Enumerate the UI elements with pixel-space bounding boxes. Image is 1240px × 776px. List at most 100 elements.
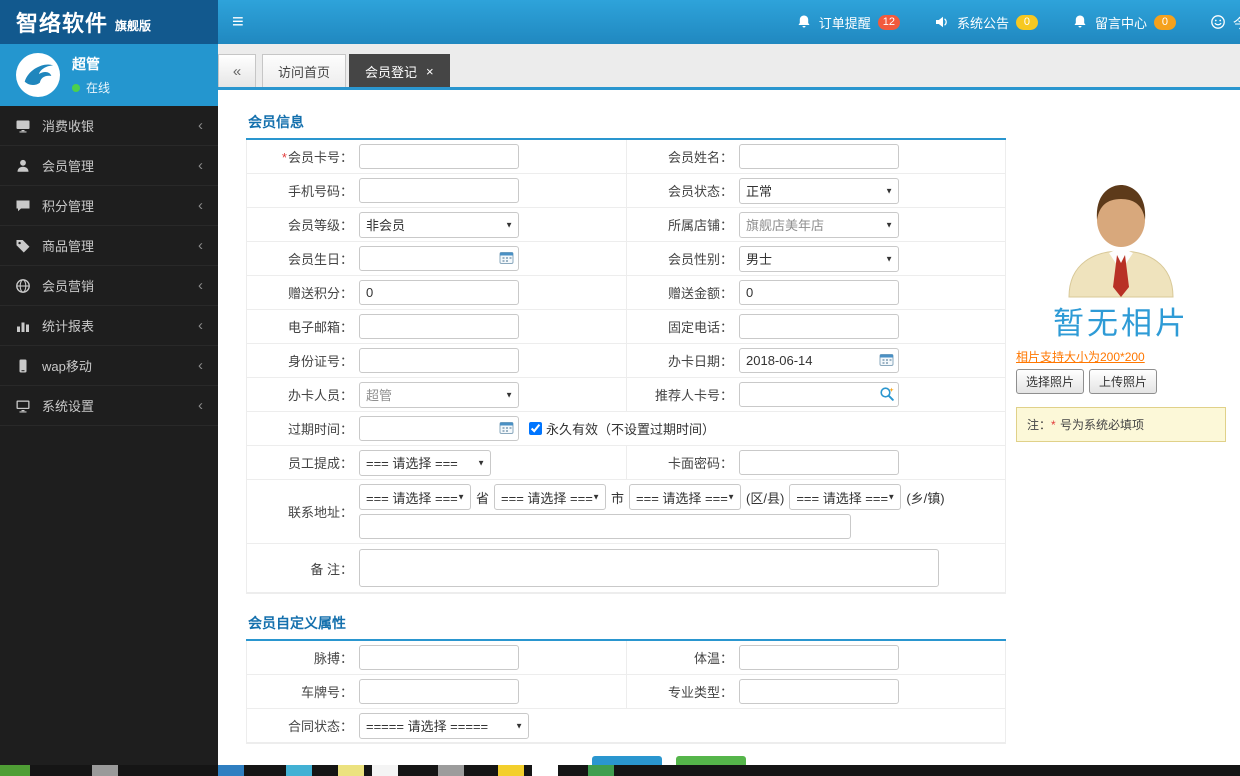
member-level-select[interactable]: 非会员 (359, 211, 519, 238)
upload-photo-button[interactable]: 上传照片 (1089, 369, 1158, 394)
major-type-input[interactable] (739, 679, 899, 704)
required-note: 注：* 号为系统必填项 (1016, 407, 1226, 442)
sidebar-item-marketing[interactable]: 会员营销 (0, 266, 218, 306)
taskbar-item[interactable] (0, 765, 30, 776)
search-icon[interactable] (879, 386, 895, 402)
sidebar-item-goods[interactable]: 商品管理 (0, 226, 218, 266)
sidebar-menu: 消费收银 会员管理 积分管理 商品管理 会员营销 (0, 106, 218, 426)
required-mark: * (281, 150, 287, 165)
field-label: 卡面密码： (667, 456, 733, 471)
remark-textarea[interactable] (359, 549, 939, 587)
store-select[interactable]: 旗舰店美年店 (739, 211, 899, 238)
collapse-tabs-button[interactable]: « (218, 54, 256, 87)
speaker-icon (934, 14, 950, 30)
plate-no-input[interactable] (359, 679, 519, 704)
pulse-input[interactable] (359, 645, 519, 670)
member-status-select[interactable]: 正常 (739, 177, 899, 204)
chevron-down-icon (887, 493, 895, 502)
sidebar-item-wap[interactable]: wap移动 (0, 346, 218, 386)
sidebar-item-reports[interactable]: 统计报表 (0, 306, 218, 346)
field-operator: 办卡人员： 超管 (247, 378, 626, 411)
referrer-search-field (739, 382, 899, 407)
gift-points-input[interactable] (359, 280, 519, 305)
contract-status-select[interactable]: ===== 请选择 ===== (359, 712, 529, 739)
card-date-field (739, 348, 899, 373)
address-selects: === 请选择 === 省 === 请选择 === 市 === 请选择 === … (359, 484, 945, 510)
field-label: 脉搏： (313, 651, 353, 666)
selected-value: === 请选择 === (501, 490, 593, 506)
email-input[interactable] (359, 314, 519, 339)
nav-message-center[interactable]: 留言中心 0 (1072, 13, 1176, 32)
permanent-valid-label: 永久有效（不设置过期时间） (546, 422, 716, 437)
section-title-member-info: 会员信息 (246, 107, 1006, 140)
address-detail-input[interactable] (359, 514, 851, 539)
taskbar-item[interactable] (338, 765, 364, 776)
sidebar-item-points[interactable]: 积分管理 (0, 186, 218, 226)
phone-input[interactable] (359, 178, 519, 203)
menu-toggle-icon[interactable]: ≡ (232, 12, 244, 32)
gender-select[interactable]: 男士 (739, 245, 899, 272)
commission-select[interactable]: === 请选择 === (359, 449, 491, 476)
taskbar-item[interactable] (588, 765, 614, 776)
nav-order-reminder[interactable]: 订单提醒 12 (796, 13, 900, 32)
taskbar-item[interactable] (532, 765, 558, 776)
nav-system-notice[interactable]: 系统公告 0 (934, 13, 1038, 32)
photo-size-hint-link[interactable]: 相片支持大小为200*200 (1016, 348, 1145, 365)
close-tab-icon[interactable]: × (426, 64, 434, 79)
district-select[interactable]: === 请选择 === (629, 484, 742, 510)
permanent-valid-checkbox[interactable] (529, 422, 542, 435)
field-label: 车牌号： (300, 685, 353, 700)
nav-label: 系统公告 (956, 15, 1009, 31)
id-no-input[interactable] (359, 348, 519, 373)
field-id-no: 身份证号： (247, 344, 626, 377)
field-referrer: 推荐人卡号： (626, 378, 1005, 411)
section-title-custom-attrs: 会员自定义属性 (246, 608, 1006, 641)
card-password-input[interactable] (739, 450, 899, 475)
sidebar-item-settings[interactable]: 系统设置 (0, 386, 218, 426)
temperature-input[interactable] (739, 645, 899, 670)
operator-select[interactable]: 超管 (359, 381, 519, 408)
field-label: 赠送积分： (287, 286, 353, 301)
member-name-input[interactable] (739, 144, 899, 169)
taskbar-item[interactable] (498, 765, 524, 776)
taskbar-item[interactable] (286, 765, 312, 776)
city-select[interactable]: === 请选择 === (494, 484, 607, 510)
chevron-left-icon (198, 277, 203, 294)
province-select[interactable]: === 请选择 === (359, 484, 471, 510)
card-date-input[interactable] (739, 348, 899, 373)
choose-photo-button[interactable]: 选择照片 (1016, 369, 1085, 394)
field-plate-no: 车牌号： (247, 675, 626, 708)
chevron-left-icon (198, 237, 203, 254)
chevron-down-icon (457, 493, 465, 502)
card-no-input[interactable] (359, 144, 519, 169)
taskbar-item[interactable] (438, 765, 464, 776)
os-taskbar[interactable] (0, 765, 1240, 776)
expire-input[interactable] (359, 416, 519, 441)
form-row: 合同状态： ===== 请选择 ===== (247, 709, 1005, 743)
calendar-icon[interactable] (879, 352, 895, 368)
app-logo: 智络软件 旗舰版 (0, 0, 218, 44)
landline-input[interactable] (739, 314, 899, 339)
mobile-icon (15, 358, 31, 374)
taskbar-item[interactable] (92, 765, 118, 776)
sidebar-item-members[interactable]: 会员管理 (0, 146, 218, 186)
tab-home[interactable]: 访问首页 (262, 54, 347, 87)
photo-panel: 暂无相片 相片支持大小为200*200 选择照片 上传照片 注：* 号为系统必填… (1016, 138, 1228, 776)
gift-amount-input[interactable] (739, 280, 899, 305)
taskbar-item[interactable] (372, 765, 398, 776)
field-temperature: 体温： (626, 641, 1005, 674)
taskbar-item[interactable] (218, 765, 244, 776)
calendar-icon[interactable] (499, 250, 515, 266)
user-avatar[interactable] (16, 53, 60, 97)
nav-today-truncated[interactable]: 今 (1210, 13, 1240, 32)
field-pulse: 脉搏： (247, 641, 626, 674)
sidebar-item-cashier[interactable]: 消费收银 (0, 106, 218, 146)
calendar-icon[interactable] (499, 420, 515, 436)
photo-buttons: 选择照片 上传照片 (1016, 369, 1228, 394)
town-select[interactable]: === 请选择 === (789, 484, 902, 510)
field-label: 办卡日期： (667, 354, 733, 369)
birthday-input[interactable] (359, 246, 519, 271)
referrer-input[interactable] (739, 382, 899, 407)
district-suffix: (区/县) (746, 490, 785, 506)
tab-member-register[interactable]: 会员登记 × (349, 54, 450, 87)
